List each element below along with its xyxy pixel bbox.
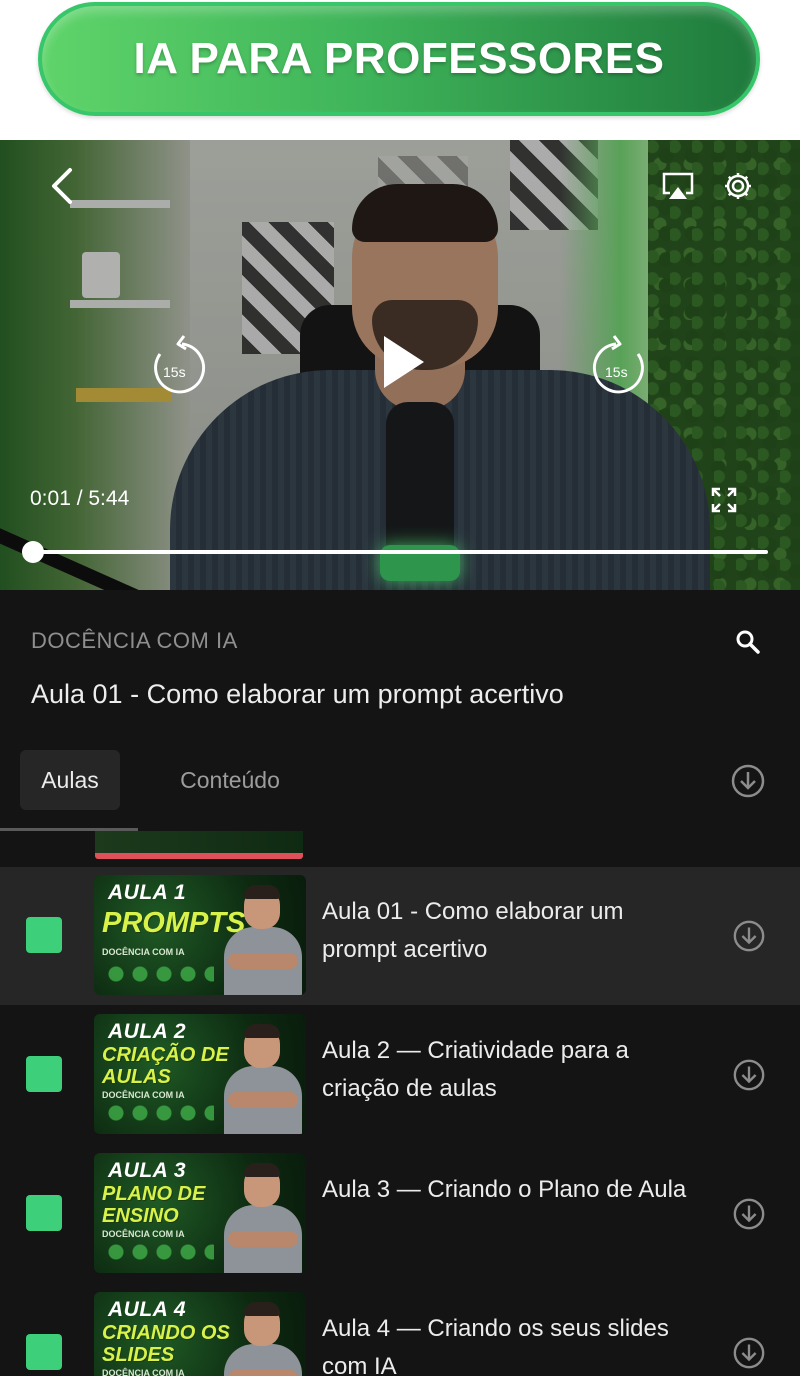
lesson-checkbox[interactable] xyxy=(26,1056,62,1092)
download-icon xyxy=(731,764,765,798)
rewind-15-button[interactable]: 15s xyxy=(148,334,206,396)
lesson-thumbnail: AULA 4 CRIANDO OS SLIDES DOCÊNCIA COM IA xyxy=(94,1292,306,1376)
progress-bar[interactable] xyxy=(32,550,768,554)
instructor-photo xyxy=(222,1020,302,1134)
thumb-topic: PROMPTS xyxy=(102,907,246,939)
lesson-download-button[interactable] xyxy=(732,1197,766,1231)
tab-conteudo[interactable]: Conteúdo xyxy=(150,750,310,810)
play-button[interactable] xyxy=(372,332,432,392)
thumb-lesson-number: AULA 1 xyxy=(108,881,187,904)
video-player[interactable]: 15s 15s 0:01 / 5:44 xyxy=(0,140,800,590)
forward-label: 15s xyxy=(605,364,628,380)
thumb-lesson-number: AULA 3 xyxy=(108,1159,187,1182)
lesson-download-button[interactable] xyxy=(732,1336,766,1370)
search-icon xyxy=(736,630,760,654)
lesson-panel: DOCÊNCIA COM IA Aula 01 - Como elaborar … xyxy=(0,590,800,1376)
banner: IA PARA PROFESSORES xyxy=(0,0,800,140)
thumb-topic: CRIAÇÃO DE AULAS xyxy=(102,1044,229,1088)
fullscreen-icon xyxy=(711,487,737,513)
download-icon xyxy=(733,920,765,952)
course-banner: IA PARA PROFESSORES xyxy=(38,2,760,116)
tab-aulas[interactable]: Aulas xyxy=(20,750,120,810)
lesson-row[interactable]: AULA 1 PROMPTS DOCÊNCIA COM IA Aula 01 -… xyxy=(0,867,800,1005)
thumb-brand: DOCÊNCIA COM IA xyxy=(102,1229,185,1239)
lesson-row[interactable]: AULA 2 CRIAÇÃO DE AULAS DOCÊNCIA COM IA … xyxy=(0,1006,800,1144)
module-title: DOCÊNCIA COM IA xyxy=(31,628,238,653)
rewind-label: 15s xyxy=(163,364,186,380)
gear-icon xyxy=(725,173,751,199)
lesson-thumbnail: AULA 1 PROMPTS DOCÊNCIA COM IA xyxy=(94,875,306,995)
chevron-left-icon xyxy=(52,168,72,204)
instructor-photo xyxy=(222,1298,302,1376)
lesson-thumbnail: AULA 2 CRIAÇÃO DE AULAS DOCÊNCIA COM IA xyxy=(94,1014,306,1134)
lesson-checkbox[interactable] xyxy=(26,917,62,953)
time-label: 0:01 / 5:44 xyxy=(30,487,130,510)
thumb-lesson-number: AULA 4 xyxy=(108,1298,187,1321)
fullscreen-button[interactable] xyxy=(706,482,742,518)
lesson-title: Aula 4 — Criando os seus slides com IA xyxy=(322,1315,669,1376)
lesson-checkbox[interactable] xyxy=(26,1334,62,1370)
lesson-checkbox[interactable] xyxy=(26,1195,62,1231)
instructor-photo xyxy=(222,1159,302,1273)
thumb-brand: DOCÊNCIA COM IA xyxy=(102,947,185,957)
download-icon xyxy=(733,1198,765,1230)
current-lesson-title: Aula 01 - Como elaborar um prompt acerti… xyxy=(31,679,564,709)
play-icon xyxy=(384,336,424,388)
banner-title: IA PARA PROFESSORES xyxy=(133,34,665,83)
airplay-button[interactable] xyxy=(658,166,698,206)
download-icon xyxy=(733,1337,765,1369)
lesson-title: Aula 3 — Criando o Plano de Aula xyxy=(322,1176,687,1203)
thumb-topic: CRIANDO OS SLIDES xyxy=(102,1322,230,1366)
lesson-download-button[interactable] xyxy=(732,1058,766,1092)
progress-thumb[interactable] xyxy=(22,541,44,563)
thumb-topic: PLANO DE ENSINO xyxy=(102,1183,206,1227)
lesson-row[interactable]: AULA 4 CRIANDO OS SLIDES DOCÊNCIA COM IA… xyxy=(0,1284,800,1376)
search-button[interactable] xyxy=(730,624,766,660)
instructor-photo xyxy=(222,881,302,995)
lesson-title: Aula 2 — Criatividade para a criação de … xyxy=(322,1037,629,1102)
airplay-icon xyxy=(662,172,694,199)
download-icon xyxy=(733,1059,765,1091)
back-button[interactable] xyxy=(40,164,84,208)
lesson-thumbnail: AULA 3 PLANO DE ENSINO DOCÊNCIA COM IA xyxy=(94,1153,306,1273)
lesson-row[interactable]: AULA 3 PLANO DE ENSINO DOCÊNCIA COM IA A… xyxy=(0,1145,800,1283)
lesson-title: Aula 01 - Como elaborar um prompt acerti… xyxy=(322,898,624,963)
download-all-button[interactable] xyxy=(730,763,766,799)
thumb-lesson-number: AULA 2 xyxy=(108,1020,187,1043)
forward-15-button[interactable]: 15s xyxy=(592,334,650,396)
thumb-brand: DOCÊNCIA COM IA xyxy=(102,1090,185,1100)
settings-button[interactable] xyxy=(716,164,760,208)
thumb-brand: DOCÊNCIA COM IA xyxy=(102,1368,185,1376)
watch-progress-bar xyxy=(95,853,303,859)
lesson-download-button[interactable] xyxy=(732,919,766,953)
previous-item-thumbnail xyxy=(95,831,303,853)
